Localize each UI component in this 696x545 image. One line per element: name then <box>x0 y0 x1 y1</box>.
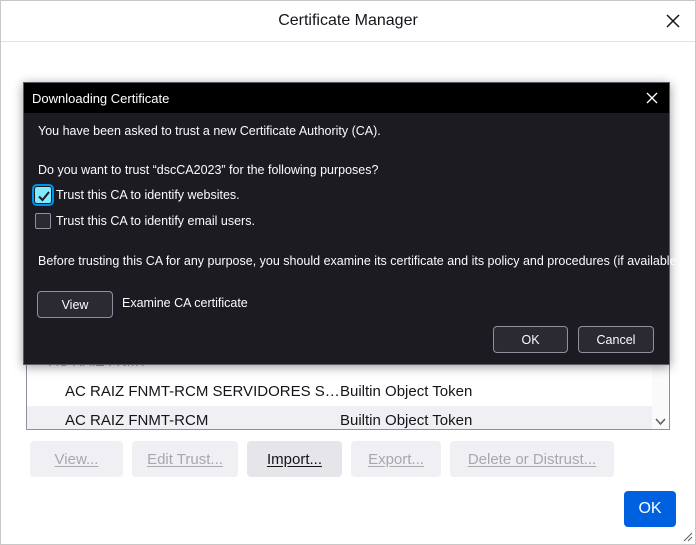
trust-email-label[interactable]: Trust this CA to identify email users. <box>56 214 255 228</box>
certificate-manager-title: Certificate Manager <box>1 1 695 42</box>
examine-ca-label: Examine CA certificate <box>122 296 248 310</box>
trust-websites-checkbox[interactable] <box>35 187 51 203</box>
delete-or-distrust-button[interactable]: Delete or Distrust... <box>450 441 614 477</box>
import-button[interactable]: Import... <box>247 441 342 477</box>
dialog-cancel-button[interactable]: Cancel <box>578 326 654 353</box>
dialog-question-text: Do you want to trust “dscCA2023” for the… <box>38 163 379 177</box>
certificate-name: AC RAIZ FNMT-RCM SERVIDORES SEG... <box>65 383 340 400</box>
trust-email-checkbox[interactable] <box>35 213 51 229</box>
checkmark-icon <box>38 191 50 202</box>
security-device: Builtin Object Token <box>340 383 473 400</box>
resize-grip-icon[interactable] <box>681 530 693 542</box>
close-icon[interactable] <box>663 11 683 31</box>
view-certificate-button[interactable]: View... <box>30 441 123 477</box>
table-row[interactable]: AC RAIZ FNMT-RCM Builtin Object Token <box>27 406 653 429</box>
dialog-advice-text: Before trusting this CA for any purpose,… <box>38 254 685 268</box>
certificate-manager-ok-button[interactable]: OK <box>624 491 676 527</box>
table-row[interactable]: AC RAIZ FNMT-RCM SERVIDORES SEG... Built… <box>27 377 653 406</box>
dialog-intro-text: You have been asked to trust a new Certi… <box>38 124 381 138</box>
dialog-title: Downloading Certificate <box>32 90 170 106</box>
chevron-down-icon[interactable] <box>655 418 666 426</box>
close-icon[interactable] <box>643 89 661 107</box>
view-ca-certificate-button[interactable]: View <box>37 291 113 318</box>
export-button[interactable]: Export... <box>351 441 441 477</box>
trust-websites-label[interactable]: Trust this CA to identify websites. <box>56 188 240 202</box>
downloading-certificate-dialog: Downloading Certificate You have been as… <box>23 82 684 365</box>
edit-trust-button[interactable]: Edit Trust... <box>132 441 238 477</box>
dialog-ok-button[interactable]: OK <box>493 326 568 353</box>
certificate-name: AC RAIZ FNMT-RCM <box>65 412 209 429</box>
dialog-titlebar: Downloading Certificate <box>24 83 669 113</box>
security-device: Builtin Object Token <box>340 412 473 429</box>
